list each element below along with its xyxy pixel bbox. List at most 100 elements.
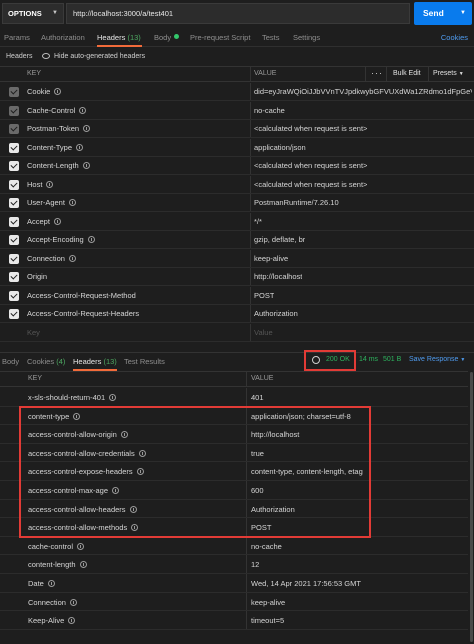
enable-checkbox[interactable] [9, 105, 19, 116]
column-divider [246, 592, 247, 611]
enable-checkbox[interactable] [9, 272, 19, 282]
enable-checkbox[interactable] [9, 198, 19, 208]
more-options-icon[interactable]: ··· [371, 68, 383, 78]
header-value: timeout=5 [251, 616, 285, 626]
header-key[interactable]: User-Agent [27, 198, 76, 207]
resp-tab-body[interactable]: Body [2, 357, 19, 366]
response-header-row: cache-control no-cache [0, 536, 468, 556]
tab-headers[interactable]: Headers (13) [97, 33, 141, 42]
info-icon[interactable] [87, 236, 95, 243]
header-key[interactable]: Content-Type [27, 143, 84, 152]
new-key-input[interactable]: Key [27, 328, 40, 337]
enable-checkbox[interactable] [9, 179, 19, 190]
enable-checkbox[interactable] [9, 290, 19, 301]
info-icon[interactable] [77, 542, 85, 550]
bulk-edit-button[interactable]: Bulk Edit [393, 70, 421, 77]
header-key[interactable]: Connection [27, 254, 76, 263]
header-key[interactable]: Accept-Encoding [27, 235, 95, 244]
header-value[interactable]: keep-alive [254, 254, 288, 263]
header-key[interactable]: Host [27, 180, 54, 189]
cookies-link[interactable]: Cookies [441, 33, 468, 42]
column-divider [246, 536, 247, 555]
header-value[interactable]: <calculated when request is sent> [254, 161, 367, 170]
enable-checkbox[interactable] [9, 124, 19, 134]
header-key[interactable]: Origin [27, 272, 47, 281]
info-icon[interactable] [54, 88, 62, 95]
header-key: Connection [28, 598, 77, 607]
info-icon[interactable] [47, 580, 55, 587]
send-button[interactable]: Send ▼ [414, 2, 472, 25]
enable-checkbox[interactable] [9, 309, 19, 319]
tab-settings[interactable]: Settings [293, 33, 320, 42]
header-key[interactable]: Postman-Token [27, 124, 91, 133]
header-key: cache-control [28, 542, 85, 551]
body-indicator-dot [174, 34, 180, 39]
info-icon[interactable] [53, 217, 61, 225]
info-icon[interactable] [76, 143, 84, 151]
resp-tab-headers[interactable]: Headers (13) [73, 357, 117, 366]
send-label: Send [423, 8, 444, 18]
info-icon[interactable] [68, 617, 76, 625]
header-key[interactable]: Cookie [27, 87, 62, 96]
enable-checkbox[interactable] [9, 216, 19, 227]
url-input[interactable]: http://localhost:3000/a/test401 [66, 3, 410, 24]
scrollbar[interactable] [470, 372, 473, 642]
tab-params[interactable]: Params [4, 33, 30, 42]
request-header-row: Accept */* [0, 212, 474, 231]
info-icon[interactable] [46, 180, 54, 188]
tab-body[interactable]: Body [154, 33, 180, 42]
info-icon[interactable] [69, 598, 77, 606]
info-icon[interactable] [68, 199, 76, 206]
info-icon[interactable] [109, 394, 117, 401]
save-response-button[interactable]: Save Response ▼ [409, 356, 465, 363]
request-header-row: Cache-Control no-cache [0, 101, 474, 120]
header-value[interactable]: gzip, deflate, br [254, 235, 305, 244]
header-value[interactable]: <calculated when request is sent> [254, 180, 367, 189]
header-value[interactable]: no-cache [254, 106, 285, 115]
info-icon[interactable] [83, 125, 91, 132]
headers-count: (13) [127, 33, 141, 42]
info-icon[interactable] [79, 561, 87, 569]
tab-pre-request-script[interactable]: Pre-request Script [190, 33, 250, 42]
tab-authorization[interactable]: Authorization [41, 33, 85, 42]
chevron-down-icon[interactable]: ▼ [460, 2, 466, 25]
tab-tests[interactable]: Tests [262, 33, 280, 42]
column-divider [250, 67, 251, 81]
status-code[interactable]: 200 OK [326, 356, 350, 363]
response-time[interactable]: 14 ms [359, 356, 378, 363]
header-value[interactable]: PostmanRuntime/7.26.10 [254, 198, 339, 207]
presets-dropdown[interactable]: Presets ▼ [433, 70, 464, 77]
enable-checkbox[interactable] [9, 235, 19, 245]
header-value[interactable]: Authorization [254, 309, 298, 318]
method-select[interactable]: OPTIONS ▼ [2, 3, 64, 24]
new-value-input[interactable]: Value [254, 328, 273, 337]
header-value[interactable]: application/json [254, 143, 306, 152]
header-value[interactable]: */* [254, 217, 262, 226]
response-size[interactable]: 501 B [383, 356, 401, 363]
response-header-row: Keep-Alive timeout=5 [0, 611, 468, 630]
hide-auto-headers-toggle[interactable]: Hide auto-generated headers [42, 50, 145, 63]
column-divider [246, 574, 247, 592]
enable-checkbox[interactable] [9, 253, 19, 264]
info-icon[interactable] [82, 162, 90, 169]
column-divider [250, 194, 251, 211]
column-divider [250, 249, 251, 267]
header-value[interactable]: <calculated when request is sent> [254, 124, 367, 133]
resp-tab-test-results[interactable]: Test Results [124, 357, 165, 366]
header-key[interactable]: Access-Control-Request-Headers [27, 309, 139, 318]
info-icon[interactable] [68, 254, 76, 262]
resp-tab-cookies[interactable]: Cookies (4) [27, 357, 65, 366]
header-key[interactable]: Access-Control-Request-Method [27, 291, 136, 300]
enable-checkbox[interactable] [9, 142, 19, 153]
enable-checkbox[interactable] [9, 87, 19, 97]
header-key[interactable]: Content-Length [27, 161, 90, 170]
header-key[interactable]: Accept [27, 217, 61, 226]
info-icon[interactable] [79, 106, 87, 114]
header-value: Wed, 14 Apr 2021 17:56:53 GMT [251, 579, 361, 588]
header-key[interactable]: Cache-Control [27, 106, 87, 115]
response-header-row: x-sls-should-return-401 401 [0, 388, 468, 407]
enable-checkbox[interactable] [9, 161, 19, 171]
header-value[interactable]: did=eyJraWQiOiJJbVVnTVJpdkwybGFVUXdWa1ZR… [254, 87, 472, 96]
header-value[interactable]: http://localhost [254, 272, 302, 281]
header-value[interactable]: POST [254, 291, 274, 300]
